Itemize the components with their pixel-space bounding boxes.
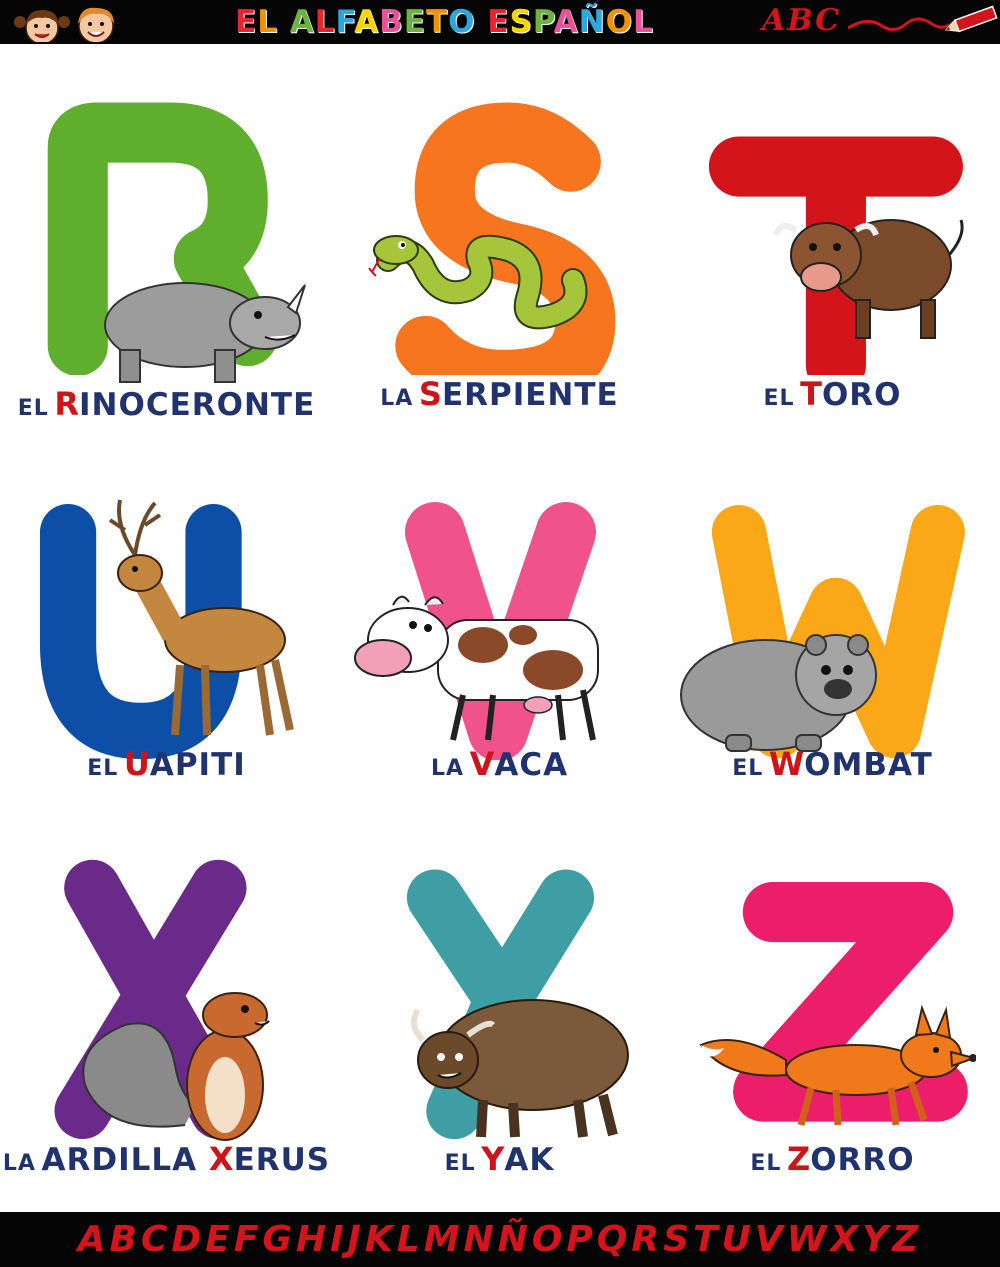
caption-rest: AK [504, 1142, 555, 1178]
title-letter: P [532, 4, 554, 40]
letter-card-u: EL UAPITI [0, 440, 333, 830]
title-letter: L [632, 4, 654, 40]
caption-first: T [800, 375, 822, 413]
caption: EL RINOCERONTE [0, 385, 333, 423]
caption-rest: APITI [149, 747, 246, 783]
title-letter: O [448, 4, 476, 40]
caption-art: LA [430, 756, 464, 781]
snake-icon [368, 220, 598, 344]
caption-first: R [54, 385, 79, 423]
caption-first: V [469, 745, 495, 783]
title-letter: T [425, 4, 449, 40]
letter-card-y: EL YAK [333, 820, 666, 1210]
letter-card-v: LA VACA [333, 440, 666, 830]
caption: EL WOMBAT [666, 745, 999, 783]
caption: EL ZORRO [666, 1140, 999, 1178]
caption-art: EL [732, 756, 764, 781]
ground-squirrel-icon [75, 985, 285, 1149]
caption-rest: ORO [821, 377, 902, 413]
caption: LA SERPIENTE [333, 375, 666, 413]
deer-icon [95, 495, 295, 749]
letter-card-w: EL WOMBAT [666, 440, 999, 830]
title-letter: L [257, 4, 278, 40]
letter-card-r: EL RINOCERONTE [0, 55, 333, 445]
title-letter: L [314, 4, 336, 40]
fox-icon [696, 1000, 978, 1134]
caption-rest: ERPIENTE [441, 377, 619, 413]
title-letter: E [403, 4, 426, 40]
caption-first: X [208, 1140, 234, 1178]
caption-rest: ARDILLA [41, 1142, 209, 1178]
caption-rest: OMBAT [804, 747, 933, 783]
caption-rest: ORRO [810, 1142, 915, 1178]
title-letter [475, 4, 487, 40]
caption-art: LA [2, 1151, 36, 1176]
caption-art: EL [444, 1151, 476, 1176]
bull-icon [771, 185, 971, 349]
caption-art: LA [380, 386, 414, 411]
caption: EL YAK [333, 1140, 666, 1178]
title-letter: E [235, 4, 258, 40]
title-letter: O [605, 4, 633, 40]
caption-first: S [418, 375, 442, 413]
caption-rest: INOCERONTE [79, 387, 316, 423]
caption-first: Z [786, 1140, 811, 1178]
caption: LA ARDILLA XERUS [0, 1140, 333, 1178]
cow-icon [353, 580, 613, 754]
pencil-icon [848, 5, 998, 33]
kids-faces-icon [14, 7, 114, 42]
title-letter: F [335, 4, 355, 40]
alphabet-strip: ABCDEFGHIJKLMNÑOPQRSTUVWXYZ [77, 1219, 923, 1260]
title-letter [278, 4, 290, 40]
caption-first: W [768, 745, 805, 783]
title-letter: A [553, 4, 579, 40]
yak-icon [403, 985, 633, 1149]
caption-first: U [123, 745, 150, 783]
letter-card-z: EL ZORRO [666, 820, 999, 1210]
rhinoceros-icon [90, 255, 310, 389]
caption-art: EL [763, 386, 795, 411]
title-letter: B [379, 4, 404, 40]
letter-card-t: EL TORO [666, 55, 999, 445]
caption-rest: ACA [494, 747, 569, 783]
caption-rest: ERUS [233, 1142, 331, 1178]
title-letter: S [509, 4, 533, 40]
page-title: EL ALFABETO ESPAÑOL [235, 3, 653, 41]
caption: EL UAPITI [0, 745, 333, 783]
title-letter: Ñ [578, 4, 606, 40]
caption: EL TORO [666, 375, 999, 413]
title-letter: E [487, 4, 510, 40]
letter-card-x: LA ARDILLA XERUS [0, 820, 333, 1210]
wombat-icon [676, 615, 886, 759]
caption-first: Y [481, 1140, 505, 1178]
title-letter: A [289, 4, 315, 40]
title-letter: A [354, 4, 380, 40]
abc-brand: ABC [762, 3, 842, 38]
caption: LA VACA [333, 745, 666, 783]
caption-art: EL [17, 396, 49, 421]
caption-art: EL [87, 756, 119, 781]
letter-card-s: LA SERPIENTE [333, 55, 666, 445]
caption-art: EL [750, 1151, 782, 1176]
